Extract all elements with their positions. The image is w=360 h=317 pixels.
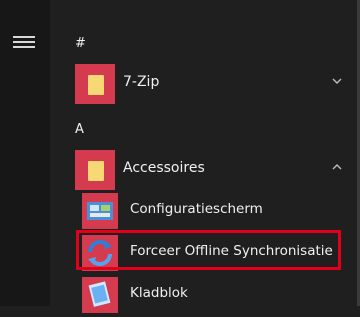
control-panel-icon: [82, 193, 118, 229]
notepad-icon: [82, 277, 118, 313]
folder-icon: [88, 161, 104, 181]
app-item-configuratiescherm[interactable]: Configuratiescherm: [70, 190, 354, 232]
app-label: 7-Zip: [123, 74, 160, 90]
app-label: Configuratiescherm: [130, 201, 263, 217]
app-item-7zip[interactable]: 7-Zip: [70, 60, 354, 108]
folder-icon: [88, 75, 104, 95]
app-item-kladblok[interactable]: Kladblok: [70, 274, 354, 316]
app-label: Kladblok: [130, 285, 188, 301]
app-tile: [75, 150, 115, 190]
app-item-accessoires[interactable]: Accessoires: [70, 146, 354, 194]
hamburger-menu-icon[interactable]: [13, 36, 35, 48]
app-tile: [75, 64, 115, 104]
chevron-up-icon[interactable]: [330, 160, 344, 174]
app-label: Accessoires: [123, 160, 205, 176]
start-menu-rail: [0, 0, 50, 306]
group-header-a[interactable]: A: [75, 122, 84, 137]
highlight-box: [76, 230, 341, 270]
chevron-down-icon[interactable]: [330, 74, 344, 88]
group-header-hash[interactable]: #: [75, 36, 86, 51]
